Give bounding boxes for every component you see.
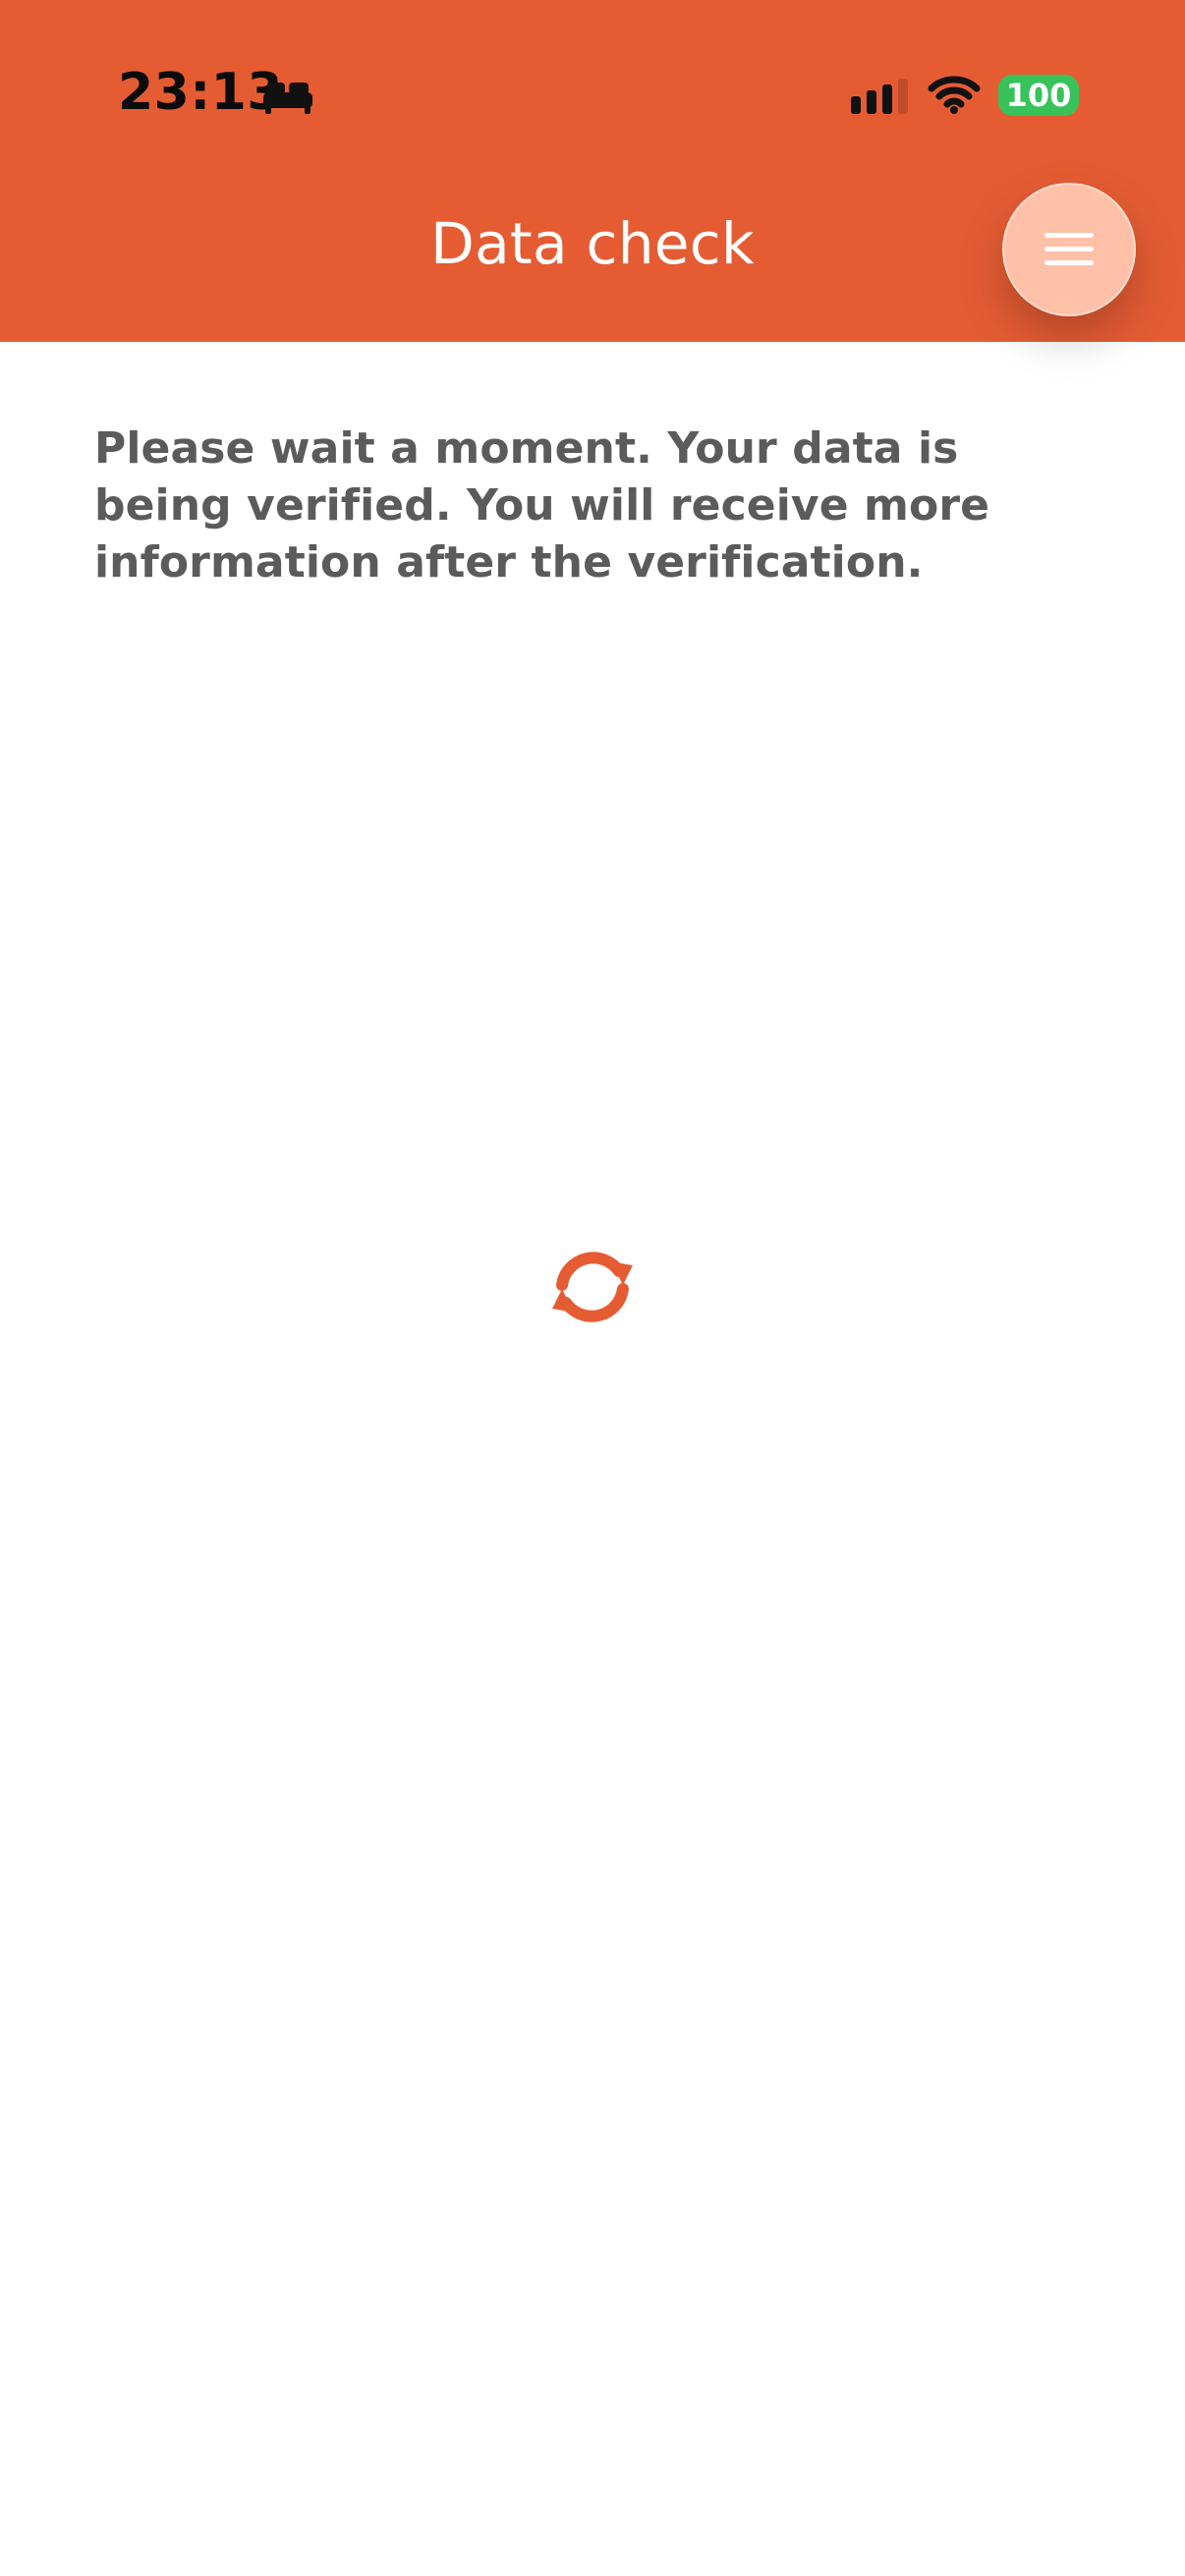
battery-level: 100	[1005, 77, 1072, 114]
main-content: Please wait a moment. Your data is being…	[94, 420, 1057, 591]
status-bar: 23:13 100	[0, 0, 1185, 187]
menu-button[interactable]	[1002, 183, 1136, 316]
bed-icon	[263, 83, 312, 114]
hamburger-menu-icon	[1044, 233, 1094, 265]
app-header: 23:13 100 Data check	[0, 0, 1185, 342]
refresh-icon	[552, 1252, 633, 1322]
cellular-signal-icon	[851, 79, 908, 114]
wifi-icon	[928, 76, 981, 114]
battery-icon: 100	[998, 75, 1079, 116]
verification-message: Please wait a moment. Your data is being…	[94, 423, 990, 588]
status-time: 23:13	[118, 63, 284, 122]
